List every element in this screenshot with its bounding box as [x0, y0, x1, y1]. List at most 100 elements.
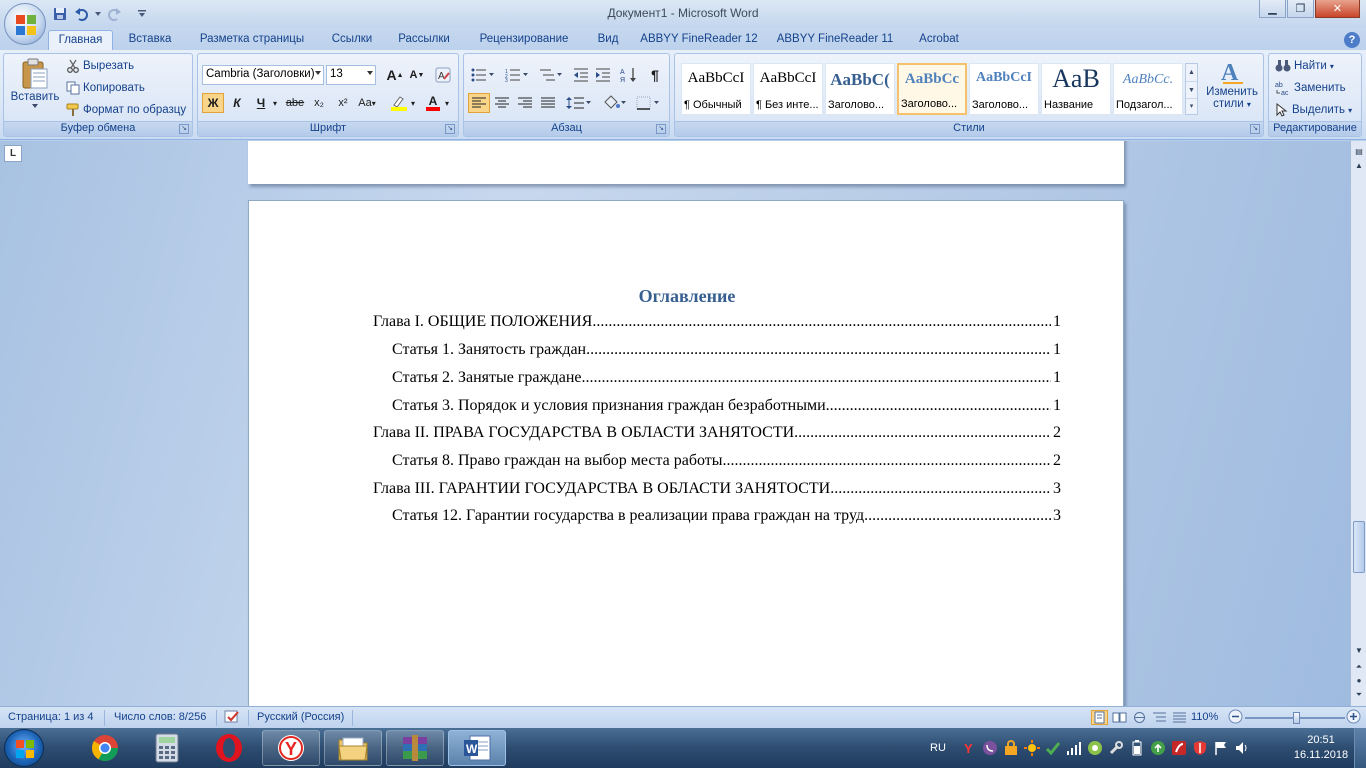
bullets-button[interactable] — [468, 65, 498, 85]
taskbar-explorer[interactable] — [324, 730, 382, 766]
vertical-scrollbar[interactable]: ▤ ▲ ▼ ⏶ ● ⏷ — [1350, 141, 1366, 706]
highlight-dropdown-icon[interactable]: ▾ — [408, 93, 418, 113]
grow-font-button[interactable]: A ▲ — [384, 65, 406, 85]
styles-scroll-down-icon[interactable]: ▼ — [1186, 81, 1197, 98]
clear-formatting-button[interactable]: A — [432, 65, 454, 85]
taskbar-word[interactable]: W — [448, 730, 506, 766]
format-painter-button[interactable]: Формат по образцу — [66, 103, 186, 117]
page-1-bottom[interactable] — [248, 141, 1124, 184]
taskbar-opera[interactable] — [200, 730, 258, 766]
network-tray-icon[interactable] — [1087, 740, 1103, 756]
style-heading-3[interactable]: AaBbCcI Заголово... — [969, 63, 1039, 115]
superscript-button[interactable]: x² — [332, 93, 354, 113]
start-button[interactable] — [4, 729, 44, 767]
volume-tray-icon[interactable] — [1234, 740, 1250, 756]
shrink-font-button[interactable]: A ▼ — [406, 65, 428, 85]
taskbar-chrome[interactable] — [76, 730, 134, 766]
underline-button[interactable]: Ч — [250, 93, 272, 113]
paragraph-launcher-icon[interactable]: ↘ — [656, 124, 666, 134]
font-color-button[interactable]: A — [422, 93, 444, 113]
yandex-tray-icon[interactable]: Y — [961, 740, 977, 756]
full-screen-reading-view-icon[interactable] — [1111, 710, 1128, 725]
tab-page-layout[interactable]: Разметка страницы — [190, 30, 314, 50]
previous-page-icon[interactable]: ⏶ — [1352, 660, 1366, 674]
toc-article-entry[interactable]: Статья 1. Занятость граждан 1 — [392, 341, 1061, 363]
decrease-indent-button[interactable] — [570, 65, 592, 85]
style-heading-2[interactable]: AaBbCc Заголово... — [897, 63, 967, 115]
document-area[interactable]: Оглавление Глава I. ОБЩИЕ ПОЛОЖЕНИЯ1Стат… — [0, 141, 1350, 706]
scroll-thumb[interactable] — [1353, 521, 1365, 573]
styles-scroll-up-icon[interactable]: ▲ — [1186, 64, 1197, 81]
select-button[interactable]: Выделить ▾ — [1275, 103, 1352, 117]
toc-chapter-entry[interactable]: Глава III. ГАРАНТИИ ГОСУДАРСТВА В ОБЛАСТ… — [373, 480, 1061, 502]
cut-button[interactable]: Вырезать — [66, 59, 134, 73]
zoom-level[interactable]: 110% — [1191, 711, 1218, 723]
draft-view-icon[interactable] — [1171, 710, 1188, 725]
tools-tray-icon[interactable] — [1108, 740, 1124, 756]
styles-more-icon[interactable]: ▾ — [1186, 98, 1197, 114]
borders-button[interactable] — [634, 93, 664, 113]
office-button[interactable] — [4, 3, 46, 45]
style-heading-1[interactable]: AaBbC( Заголово... — [825, 63, 895, 115]
help-icon[interactable]: ? — [1344, 32, 1360, 48]
tab-review[interactable]: Рецензирование — [468, 30, 580, 50]
replace-button[interactable]: ab ac Заменить — [1275, 81, 1346, 95]
styles-launcher-icon[interactable]: ↘ — [1250, 124, 1260, 134]
toc-article-entry[interactable]: Статья 12. Гарантии государства в реализ… — [392, 507, 1061, 529]
taskbar-calculator[interactable] — [138, 730, 196, 766]
web-layout-view-icon[interactable] — [1131, 710, 1148, 725]
multilevel-list-button[interactable] — [536, 65, 566, 85]
clock[interactable]: 20:51 16.11.2018 — [1290, 733, 1352, 763]
tab-abbyy-12[interactable]: ABBYY FineReader 12 — [636, 30, 762, 50]
numbering-button[interactable]: 123 — [502, 65, 532, 85]
sun-tray-icon[interactable] — [1023, 740, 1040, 756]
shading-button[interactable] — [600, 93, 630, 113]
page-count[interactable]: Страница: 1 из 4 — [8, 711, 94, 723]
paste-button[interactable]: Вставить — [8, 58, 62, 108]
zoom-out-icon[interactable] — [1228, 709, 1243, 727]
shield-tray-icon[interactable] — [1192, 740, 1208, 756]
clipboard-launcher-icon[interactable]: ↘ — [179, 124, 189, 134]
outline-view-icon[interactable] — [1151, 710, 1168, 725]
taskbar-yandex-browser[interactable]: Y — [262, 730, 320, 766]
zoom-slider[interactable] — [1245, 712, 1345, 724]
security-tray-icon[interactable] — [1003, 740, 1019, 756]
print-layout-view-icon[interactable] — [1091, 710, 1108, 725]
flash-tray-icon[interactable] — [1171, 740, 1187, 756]
font-launcher-icon[interactable]: ↘ — [445, 124, 455, 134]
copy-button[interactable]: Копировать — [66, 81, 145, 95]
tab-abbyy-11[interactable]: ABBYY FineReader 11 — [772, 30, 898, 50]
change-case-button[interactable]: Aa ▾ — [356, 93, 378, 113]
toc-chapter-entry[interactable]: Глава II. ПРАВА ГОСУДАРСТВА В ОБЛАСТИ ЗА… — [373, 424, 1061, 446]
restore-button[interactable]: ❐ — [1287, 0, 1314, 18]
zoom-slider-thumb[interactable] — [1293, 712, 1300, 724]
zoom-in-icon[interactable] — [1346, 709, 1361, 727]
input-language[interactable]: RU — [930, 742, 946, 754]
action-center-flag-icon[interactable] — [1213, 740, 1229, 756]
show-desktop-button[interactable] — [1354, 728, 1366, 768]
page-2[interactable]: Оглавление Глава I. ОБЩИЕ ПОЛОЖЕНИЯ1Стат… — [248, 200, 1124, 706]
viber-tray-icon[interactable] — [982, 740, 998, 756]
tab-mailings[interactable]: Рассылки — [390, 30, 458, 50]
signal-tray-icon[interactable] — [1066, 740, 1082, 756]
increase-indent-button[interactable] — [592, 65, 614, 85]
toc-article-entry[interactable]: Статья 8. Право граждан на выбор места р… — [392, 452, 1061, 474]
font-name-combo[interactable]: Cambria (Заголовки) — [202, 65, 324, 85]
align-right-button[interactable] — [514, 93, 536, 113]
align-left-button[interactable] — [468, 93, 490, 113]
tab-selector-button[interactable]: L — [4, 145, 22, 162]
font-size-combo[interactable]: 13 — [326, 65, 376, 85]
language-indicator[interactable]: Русский (Россия) — [257, 711, 344, 723]
show-marks-button[interactable]: ¶ — [644, 65, 666, 85]
bold-button[interactable]: Ж — [202, 93, 224, 113]
scroll-down-icon[interactable]: ▼ — [1352, 644, 1366, 658]
justify-button[interactable] — [537, 93, 559, 113]
strikethrough-button[interactable]: abe — [284, 93, 306, 113]
minimize-button[interactable]: ▁ — [1259, 0, 1286, 18]
toc-chapter-entry[interactable]: Глава I. ОБЩИЕ ПОЛОЖЕНИЯ 1 — [373, 313, 1061, 335]
close-button[interactable]: ✕ — [1315, 0, 1360, 18]
underline-dropdown-icon[interactable]: ▾ — [270, 93, 280, 113]
line-spacing-button[interactable] — [564, 93, 594, 113]
word-count[interactable]: Число слов: 8/256 — [114, 711, 206, 723]
tab-insert[interactable]: Вставка — [118, 30, 182, 50]
